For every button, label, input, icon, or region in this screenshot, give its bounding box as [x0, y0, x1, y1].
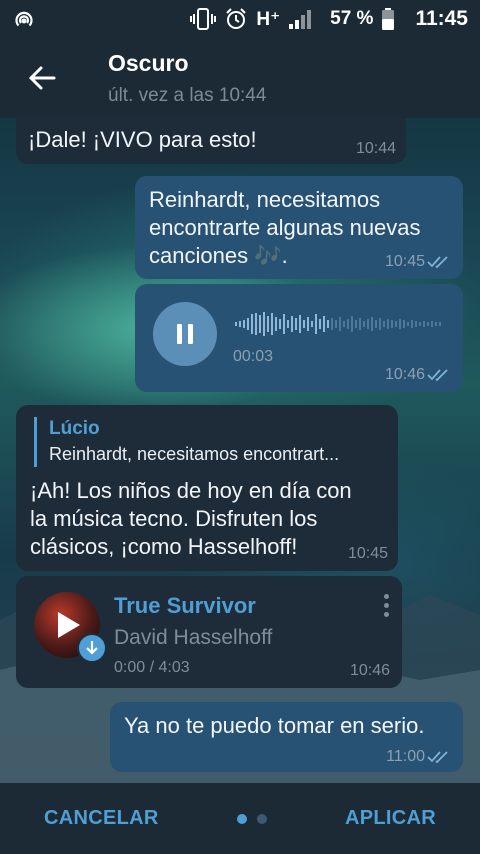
message-bubble-outgoing[interactable]: Reinhardt, necesitamos encontrarte algun… [135, 176, 463, 279]
hotspot-icon [12, 7, 36, 31]
clock: 11:45 [415, 7, 468, 30]
read-checks-icon [427, 751, 448, 764]
pause-icon [177, 324, 193, 344]
chat-title: Oscuro [108, 49, 189, 76]
message-time: 10:46 [349, 662, 390, 679]
message-time: 10:46 [384, 366, 425, 383]
more-options-button[interactable] [378, 594, 394, 624]
message-text-line: ¡Ah! Los niños de hoy en día con [30, 478, 352, 503]
message-bubble-outgoing[interactable]: Ya no te puedo tomar en serio. 11:00 [110, 702, 463, 772]
arrow-left-icon [28, 66, 56, 90]
theme-preview-actions: CANCELAR APLICAR [0, 783, 480, 854]
message-text-line: clásicos, ¡como Hasselhoff! [30, 534, 298, 559]
reply-preview: Reinhardt, necesitamos encontrart... [49, 444, 340, 464]
message-text-line: encontrarte algunas nuevas [149, 215, 421, 240]
message-bubble-incoming[interactable]: Lúcio Reinhardt, necesitamos encontrart.… [16, 405, 398, 571]
message-text: Ya no te puedo tomar en serio. [124, 713, 425, 738]
music-message-bubble[interactable]: True Survivor David Hasselhoff 0:00 / 4:… [16, 576, 402, 688]
alarm-icon [224, 7, 248, 31]
download-arrow-icon [86, 641, 98, 655]
play-icon [58, 612, 80, 638]
status-bar: H⁺ 57 % 11:45 [0, 0, 480, 38]
vibrate-icon [190, 7, 217, 31]
voice-duration: 00:03 [233, 348, 274, 365]
page-dot-active[interactable] [236, 813, 247, 824]
message-time: 10:45 [384, 253, 425, 270]
page-dot[interactable] [256, 813, 267, 824]
track-progress: 0:00 / 4:03 [114, 659, 190, 676]
track-title: True Survivor [114, 593, 256, 618]
battery-icon [381, 7, 395, 31]
reply-author: Lúcio [49, 418, 100, 439]
download-button[interactable] [77, 633, 107, 663]
read-checks-icon [427, 369, 448, 382]
voice-message-bubble[interactable]: 00:03 10:46 [135, 284, 463, 392]
signal-icon [288, 8, 314, 30]
more-vertical-icon [383, 594, 389, 617]
reply-quote[interactable]: Lúcio Reinhardt, necesitamos encontrart.… [34, 417, 384, 467]
back-button[interactable] [0, 38, 84, 118]
network-type: H⁺ [256, 8, 281, 30]
chat-header: Oscuro últ. vez a las 10:44 [0, 38, 480, 118]
apply-button[interactable]: APLICAR [345, 807, 436, 830]
message-bubble-incoming[interactable]: ¡Dale! ¡VIVO para esto! 10:44 [16, 118, 406, 164]
message-text-line: Reinhardt, necesitamos [149, 187, 381, 212]
cancel-button[interactable]: CANCELAR [44, 807, 159, 830]
last-seen: últ. vez a las 10:44 [108, 84, 267, 106]
message-text-line: la música tecno. Disfruten los [30, 506, 318, 531]
chat-title-block[interactable]: Oscuro últ. vez a las 10:44 [108, 50, 266, 107]
track-artist: David Hasselhoff [114, 626, 273, 649]
pause-button[interactable] [153, 302, 217, 366]
message-time: 10:44 [355, 140, 396, 157]
page-indicator [236, 813, 267, 824]
message-text: ¡Dale! ¡VIVO para esto! [28, 127, 257, 152]
voice-waveform[interactable] [235, 311, 445, 337]
battery-percent: 57 % [330, 8, 374, 29]
read-checks-icon [427, 256, 448, 269]
message-time: 11:00 [386, 748, 425, 765]
message-time: 10:45 [347, 545, 388, 562]
